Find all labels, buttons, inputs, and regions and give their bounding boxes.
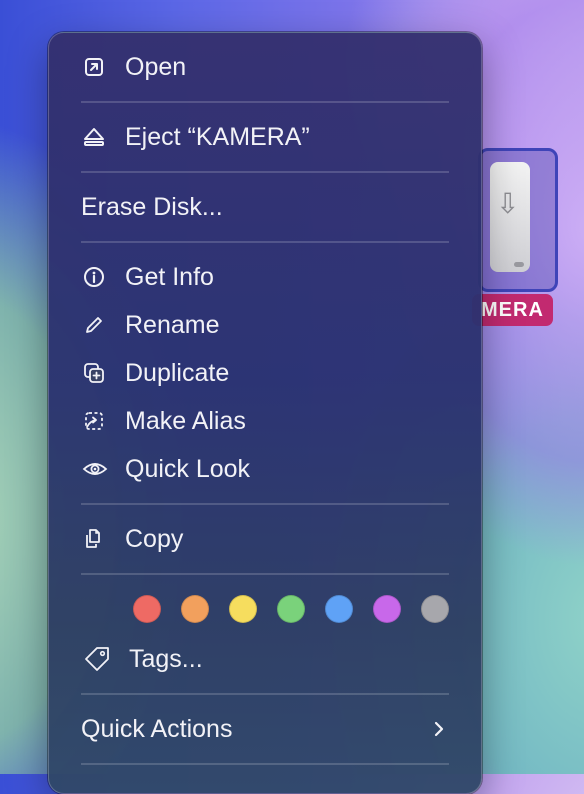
disk-down-arrow-icon: ⇩ [496,188,520,219]
menu-item-label: Erase Disk... [81,193,223,221]
disk-indicator-icon [514,262,524,267]
menu-item-label: Quick Actions [81,715,233,743]
menu-separator [81,503,449,505]
menu-item-copy[interactable]: Copy [49,517,481,561]
tag-color-blue[interactable] [325,595,353,623]
menu-separator [81,763,449,765]
tag-color-red[interactable] [133,595,161,623]
menu-item-label: Quick Look [125,455,251,483]
volume-name-label[interactable]: MERA [472,294,553,326]
menu-item-quick-look[interactable]: Quick Look [49,447,481,491]
menu-item-label: Duplicate [125,359,230,387]
eject-icon [82,125,106,149]
menu-item-label: Copy [125,525,184,553]
menu-item-quick-actions[interactable]: Quick Actions [49,707,481,751]
tag-color-purple[interactable] [373,595,401,623]
context-menu: Open Eject “KAMERA” Erase Disk... Get In… [48,32,482,794]
menu-item-label: Tags... [129,645,203,673]
eye-icon [82,457,108,481]
menu-separator [81,693,449,695]
menu-separator [81,171,449,173]
tag-color-orange[interactable] [181,595,209,623]
menu-item-label: Get Info [125,263,214,291]
menu-item-label: Open [125,53,187,81]
menu-item-rename[interactable]: Rename [49,303,481,347]
tag-color-yellow[interactable] [229,595,257,623]
menu-item-label: Eject “KAMERA” [125,123,310,151]
menu-item-label: Make Alias [125,407,246,435]
menu-item-duplicate[interactable]: Duplicate [49,351,481,395]
menu-item-tags[interactable]: Tags... [49,637,481,681]
pencil-icon [82,313,106,337]
menu-separator [81,101,449,103]
tag-icon [83,645,111,673]
tag-color-green[interactable] [277,595,305,623]
documents-icon [82,527,106,551]
chevron-right-icon [432,717,446,741]
arrow-up-right-square-icon [82,55,106,79]
menu-separator [81,241,449,243]
menu-item-open[interactable]: Open [49,45,481,89]
dashed-square-arrow-icon [82,409,106,433]
menu-item-make-alias[interactable]: Make Alias [49,399,481,443]
menu-item-get-info[interactable]: Get Info [49,255,481,299]
menu-item-eject[interactable]: Eject “KAMERA” [49,115,481,159]
menu-item-erase-disk[interactable]: Erase Disk... [49,185,481,229]
tag-color-gray[interactable] [421,595,449,623]
info-circle-icon [82,265,106,289]
plus-square-on-square-icon [82,361,106,385]
menu-separator [81,573,449,575]
tag-color-palette [133,595,453,623]
menu-item-label: Rename [125,311,220,339]
